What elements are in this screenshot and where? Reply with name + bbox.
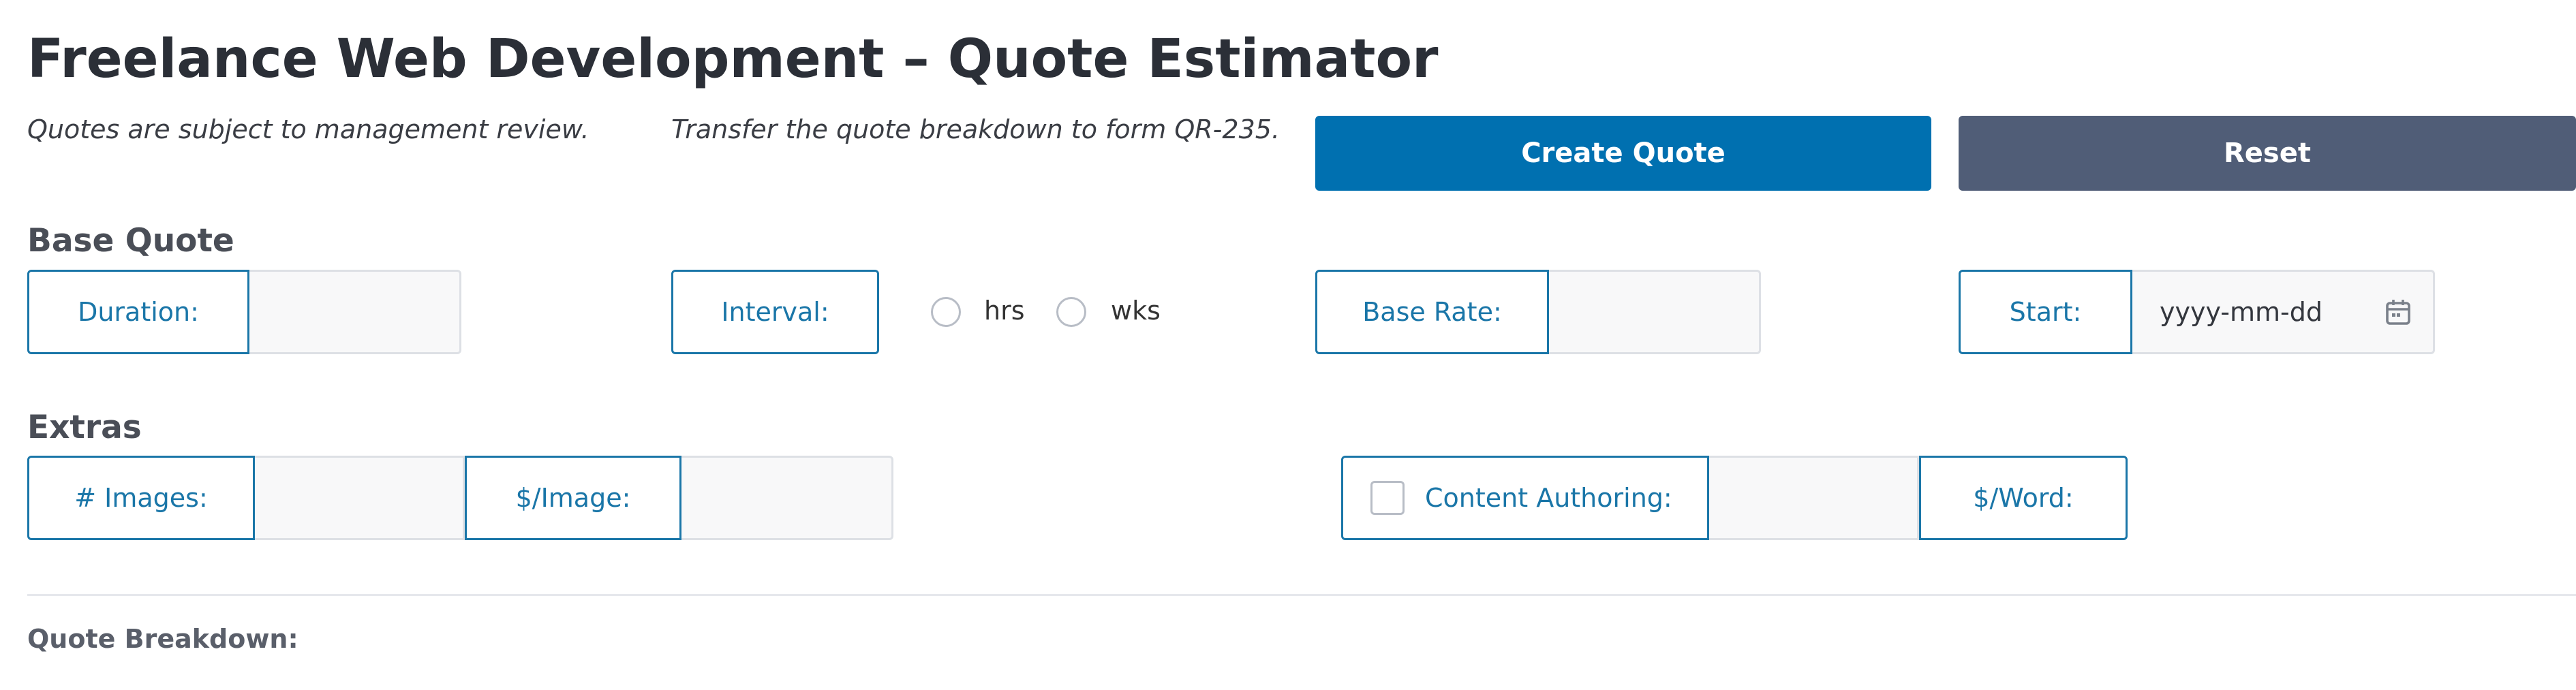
per-image-label: $/Image: xyxy=(465,456,681,540)
interval-wks-radio[interactable] xyxy=(1056,297,1086,327)
page-title: Freelance Web Development – Quote Estima… xyxy=(27,29,1439,90)
per-image-input[interactable] xyxy=(681,456,893,540)
content-authoring-checkbox[interactable] xyxy=(1370,481,1405,515)
calendar-icon[interactable] xyxy=(2385,298,2412,326)
content-authoring-input[interactable] xyxy=(1709,456,1919,540)
quote-breakdown-heading: Quote Breakdown: xyxy=(27,624,298,654)
interval-hrs-label[interactable]: hrs xyxy=(984,296,1025,326)
base-quote-heading: Base Quote xyxy=(27,222,234,260)
interval-label: Interval: xyxy=(671,270,879,354)
interval-hrs-radio[interactable] xyxy=(931,297,961,327)
interval-wks-label[interactable]: wks xyxy=(1111,296,1161,326)
content-authoring-label: Content Authoring: xyxy=(1341,456,1709,540)
content-authoring-text: Content Authoring: xyxy=(1425,483,1672,513)
start-label: Start: xyxy=(1959,270,2132,354)
reset-button[interactable]: Reset xyxy=(1959,116,2576,191)
base-rate-label: Base Rate: xyxy=(1315,270,1549,354)
duration-label: Duration: xyxy=(27,270,249,354)
create-quote-button[interactable]: Create Quote xyxy=(1315,116,1931,191)
divider xyxy=(27,594,2576,596)
review-note: Quotes are subject to management review. xyxy=(27,114,589,144)
per-word-label: $/Word: xyxy=(1919,456,2128,540)
images-label: # Images: xyxy=(27,456,255,540)
base-rate-input[interactable] xyxy=(1549,270,1761,354)
start-date-input[interactable]: yyyy-mm-dd xyxy=(2132,270,2435,354)
images-input[interactable] xyxy=(255,456,465,540)
extras-heading: Extras xyxy=(27,409,142,446)
transfer-note: Transfer the quote breakdown to form QR-… xyxy=(671,114,1280,144)
duration-input[interactable] xyxy=(249,270,461,354)
start-date-placeholder: yyyy-mm-dd xyxy=(2160,297,2322,327)
